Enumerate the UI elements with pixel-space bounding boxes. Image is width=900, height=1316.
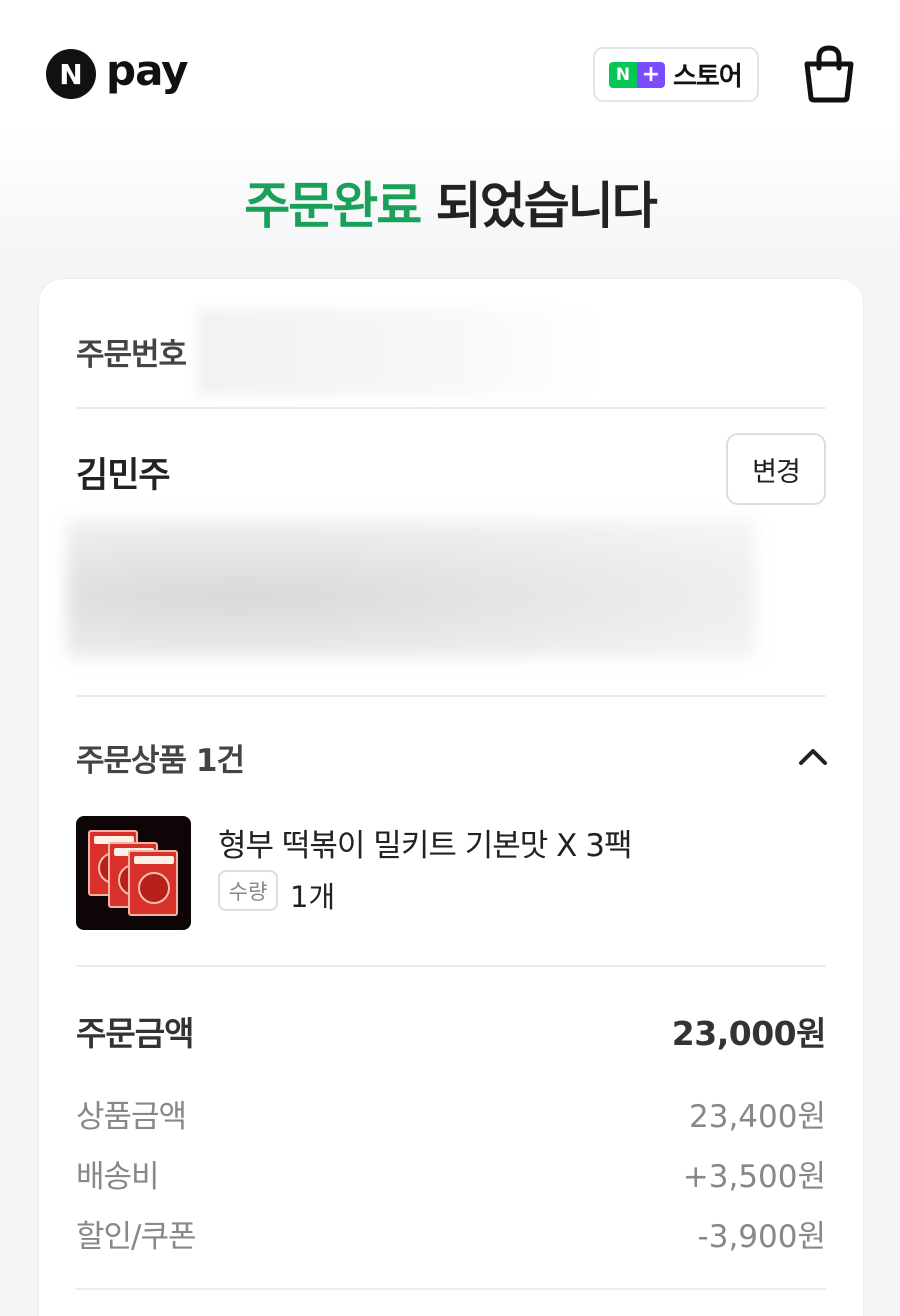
order-amount-value: 23,000원 bbox=[671, 1014, 827, 1053]
page-title: 주문완료 되었습니다 bbox=[0, 166, 900, 238]
divider bbox=[76, 407, 826, 409]
title-accent: 주문완료 bbox=[244, 177, 422, 235]
recipient-name: 김민주 bbox=[76, 456, 171, 496]
divider bbox=[76, 695, 826, 697]
shipping-fee-value: +3,500원 bbox=[682, 1159, 826, 1195]
order-number-label: 주문번호 bbox=[76, 337, 187, 373]
divider bbox=[76, 965, 826, 967]
shopping-bag-icon[interactable] bbox=[800, 44, 858, 104]
header: N pay N + 스토어 bbox=[0, 0, 900, 140]
npay-logo-text: pay bbox=[106, 46, 188, 95]
product-amount-label: 상품금액 bbox=[76, 1099, 187, 1135]
title-rest: 되었습니다 bbox=[420, 177, 658, 235]
discount-value: -3,900원 bbox=[697, 1219, 826, 1255]
nplus-store-button[interactable]: N + 스토어 bbox=[593, 47, 759, 102]
order-number-redacted bbox=[197, 309, 597, 395]
store-label: 스토어 bbox=[673, 62, 743, 92]
product-name[interactable]: 형부 떡볶이 밀키트 기본맛 X 3팩 bbox=[218, 820, 632, 865]
discount-label: 할인/쿠폰 bbox=[76, 1219, 197, 1255]
product-thumbnail[interactable] bbox=[76, 816, 191, 930]
order-card: 주문번호 김민주 변경 주문상품 1건 형부 떡볶이 밀키트 기본맛 X 3팩 … bbox=[39, 279, 863, 1316]
product-amount-value: 23,400원 bbox=[689, 1099, 826, 1135]
npay-logo-mark: N bbox=[46, 49, 96, 99]
npay-logo[interactable]: N pay bbox=[46, 48, 188, 100]
nplus-icon: N + bbox=[609, 61, 665, 88]
chevron-up-icon[interactable] bbox=[797, 745, 829, 769]
quantity-value: 1개 bbox=[290, 880, 336, 914]
change-address-button[interactable]: 변경 bbox=[726, 433, 826, 505]
shipping-fee-label: 배송비 bbox=[76, 1159, 160, 1195]
products-heading: 주문상품 1건 bbox=[76, 743, 245, 779]
order-complete-page: N pay N + 스토어 주문완료 되었습니다 주문번호 김민주 변경 주문상… bbox=[0, 0, 900, 1316]
order-amount-label: 주문금액 bbox=[76, 1014, 194, 1053]
divider bbox=[76, 1288, 826, 1290]
address-redacted bbox=[67, 520, 755, 658]
quantity-tag: 수량 bbox=[218, 870, 278, 911]
